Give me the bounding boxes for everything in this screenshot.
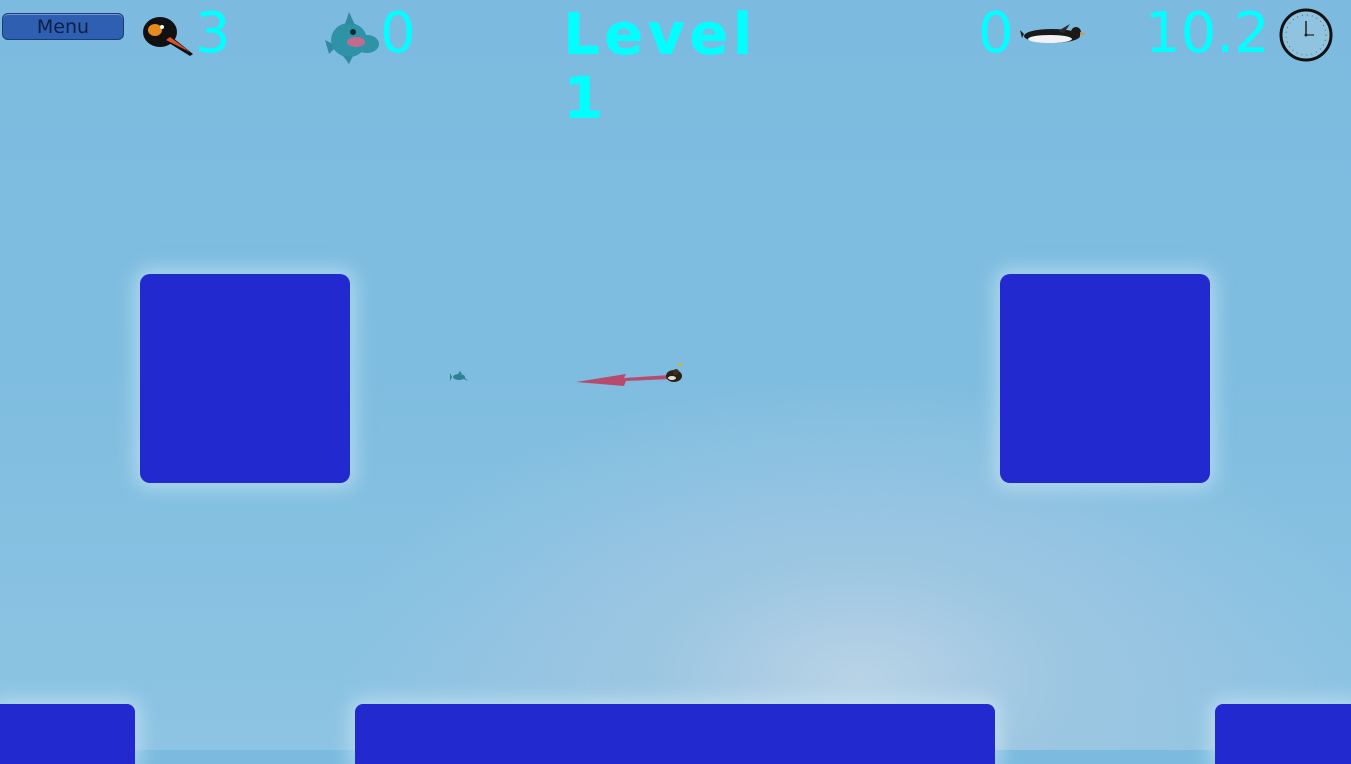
hud-bar: Menu 3 0 Level 1 0 10.2 — [0, 0, 1351, 130]
clock-icon — [1279, 8, 1333, 66]
floor-block-center — [355, 704, 995, 764]
blue-fish-icon — [323, 10, 383, 68]
swimming-penguin-icon — [1020, 22, 1086, 52]
lives-count: 3 — [195, 1, 231, 66]
fish-count: 0 — [380, 1, 416, 66]
floor-block-right — [1215, 704, 1351, 764]
block-right — [1000, 274, 1210, 483]
timer-value: 10.2 — [1145, 1, 1270, 66]
penguins-count: 0 — [978, 1, 1014, 66]
small-fish-icon — [450, 368, 468, 387]
floor-block-left — [0, 704, 135, 764]
level-title: Level 1 — [563, 0, 757, 132]
menu-button[interactable]: Menu — [2, 13, 124, 40]
player-penguin-with-aim-arrow[interactable] — [570, 362, 690, 396]
block-left — [140, 274, 350, 483]
penguin-head-icon — [140, 10, 195, 62]
